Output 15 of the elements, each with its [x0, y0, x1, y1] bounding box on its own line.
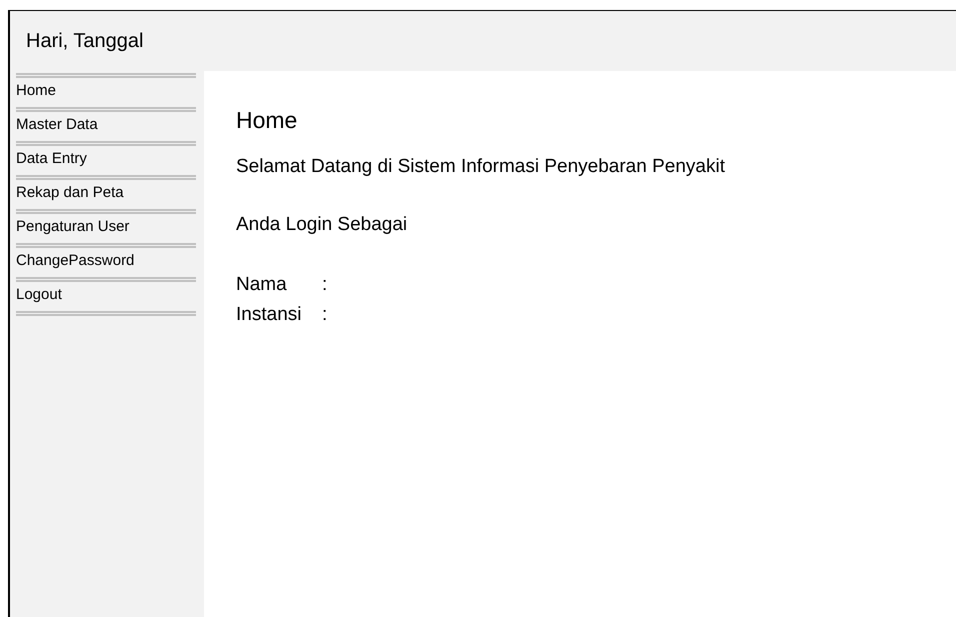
welcome-text: Selamat Datang di Sistem Informasi Penyebaran Penyakit [236, 156, 726, 178]
page-heading: Home [236, 107, 298, 134]
menu-item[interactable]: ChangePassword [16, 243, 196, 277]
menu-item[interactable]: Rekap dan Peta [16, 175, 196, 209]
menu-item[interactable]: Data Entry [16, 141, 196, 175]
menu-item[interactable]: Home [16, 73, 196, 107]
field-separator: : [322, 304, 328, 326]
login-note: Anda Login Sebagai [236, 214, 408, 236]
field-separator: : [322, 274, 328, 296]
date-label: Hari, Tanggal [26, 30, 144, 52]
field-label: Nama [236, 274, 288, 296]
menu-item[interactable]: Pengaturan User [16, 209, 196, 243]
menu-item[interactable]: Master Data [16, 107, 196, 141]
field-label: Instansi [236, 304, 302, 326]
menu-item[interactable]: Logout [16, 277, 196, 311]
